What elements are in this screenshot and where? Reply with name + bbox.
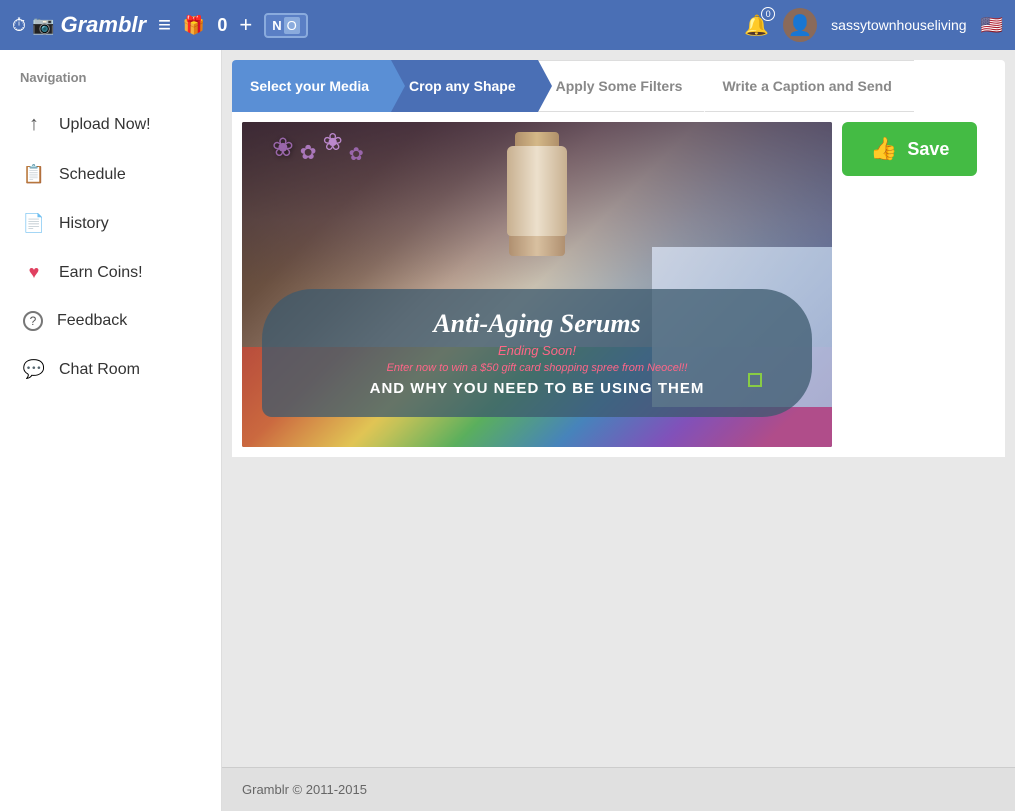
sidebar-item-label-upload: Upload Now! — [59, 116, 151, 134]
sidebar-item-earncoins[interactable]: ♥ Earn Coins! — [0, 248, 221, 297]
steps-bar: Select your Media Crop any Shape Apply S… — [232, 60, 1005, 112]
main-content: Select your Media Crop any Shape Apply S… — [222, 50, 1015, 811]
feedback-icon: ? — [23, 311, 43, 331]
footer-copyright: Gramblr © 2011-2015 — [242, 782, 367, 797]
flower-right: ❀ — [323, 128, 343, 157]
username: sassytownhouseliving — [831, 17, 966, 33]
nav-count: 0 — [217, 15, 227, 36]
save-button-label: Save — [907, 139, 949, 160]
sidebar-item-history[interactable]: 📄 History — [0, 199, 221, 248]
nav-toggle[interactable]: N O — [264, 13, 308, 38]
save-button[interactable]: 👍 Save — [842, 122, 977, 176]
chat-icon: 💬 — [23, 359, 45, 380]
flower-mid: ✿ — [300, 140, 317, 165]
bottle-body — [507, 146, 567, 236]
bubble-footer: AND WHY YOU NEED TO BE USING THEM — [292, 380, 782, 397]
menu-icon[interactable]: ≡ — [158, 12, 171, 38]
bottle-base — [509, 236, 565, 256]
flower-left: ❀ — [272, 132, 294, 163]
schedule-icon: 📋 — [23, 164, 45, 185]
image-background: ❀ ✿ ❀ ✿ — [242, 122, 832, 447]
sidebar-item-schedule[interactable]: 📋 Schedule — [0, 150, 221, 199]
footer: Gramblr © 2011-2015 — [222, 767, 1015, 811]
camera-icon[interactable]: 📷 — [32, 15, 54, 36]
product-bottle-group — [507, 132, 567, 256]
heart-icon: ♥ — [23, 262, 45, 283]
topnav-right: 🔔 0 👤 sassytownhouseliving 🇺🇸 — [744, 8, 1003, 42]
step-caption-send-label: Write a Caption and Send — [722, 78, 891, 94]
gift-icon[interactable]: 🎁 — [183, 15, 205, 36]
step-apply-filters-label: Apply Some Filters — [556, 78, 683, 94]
flower-far: ✿ — [349, 144, 364, 165]
bubble-title: Anti-Aging Serums — [292, 309, 782, 339]
toggle-o: O — [284, 17, 300, 34]
layout: Navigation ↑ Upload Now! 📋 Schedule 📄 Hi… — [0, 50, 1015, 811]
sidebar: Navigation ↑ Upload Now! 📋 Schedule 📄 Hi… — [0, 50, 222, 811]
step-crop-shape[interactable]: Crop any Shape — [391, 60, 538, 112]
avatar[interactable]: 👤 — [783, 8, 817, 42]
sidebar-item-label-schedule: Schedule — [59, 166, 126, 184]
step-apply-filters[interactable]: Apply Some Filters — [538, 60, 705, 112]
plus-icon[interactable]: + — [239, 12, 252, 38]
save-thumb-icon: 👍 — [870, 136, 897, 162]
image-area: ❀ ✿ ❀ ✿ — [232, 112, 1005, 457]
upload-icon: ↑ — [23, 113, 45, 136]
text-bubble: Anti-Aging Serums Ending Soon! Enter now… — [262, 289, 812, 417]
image-row: ❀ ✿ ❀ ✿ — [242, 122, 995, 447]
sidebar-section-label: Navigation — [0, 70, 221, 99]
sidebar-item-label-earncoins: Earn Coins! — [59, 264, 143, 282]
clock-icon[interactable]: ⏱ — [12, 15, 26, 36]
sidebar-item-label-chatroom: Chat Room — [59, 361, 140, 379]
image-container[interactable]: ❀ ✿ ❀ ✿ — [242, 122, 832, 447]
bell-badge: 0 — [761, 7, 775, 21]
step-select-media[interactable]: Select your Media — [232, 60, 391, 112]
bottle-cap — [515, 132, 559, 146]
bubble-subtitle: Ending Soon! — [292, 343, 782, 358]
sidebar-item-chatroom[interactable]: 💬 Chat Room — [0, 345, 221, 394]
image-marker — [748, 373, 762, 387]
sidebar-item-label-history: History — [59, 215, 109, 233]
step-caption-send[interactable]: Write a Caption and Send — [704, 60, 913, 112]
bell-wrapper[interactable]: 🔔 0 — [744, 13, 769, 38]
step-crop-shape-label: Crop any Shape — [409, 78, 516, 94]
toggle-n: N — [272, 18, 281, 33]
top-navigation: ⏱ 📷 Gramblr ≡ 🎁 0 + N O 🔔 0 👤 sassytownh… — [0, 0, 1015, 50]
topnav-left: ⏱ 📷 Gramblr ≡ 🎁 0 + N O — [12, 12, 728, 38]
step-select-media-label: Select your Media — [250, 78, 369, 94]
bubble-body: Enter now to win a $50 gift card shoppin… — [292, 362, 782, 374]
sidebar-item-feedback[interactable]: ? Feedback — [0, 297, 221, 345]
sidebar-item-upload[interactable]: ↑ Upload Now! — [0, 99, 221, 150]
brand-name: Gramblr — [60, 12, 146, 38]
sidebar-item-label-feedback: Feedback — [57, 312, 127, 330]
flag-icon[interactable]: 🇺🇸 — [981, 15, 1003, 36]
history-icon: 📄 — [23, 213, 45, 234]
brand: ⏱ 📷 Gramblr — [12, 12, 146, 38]
